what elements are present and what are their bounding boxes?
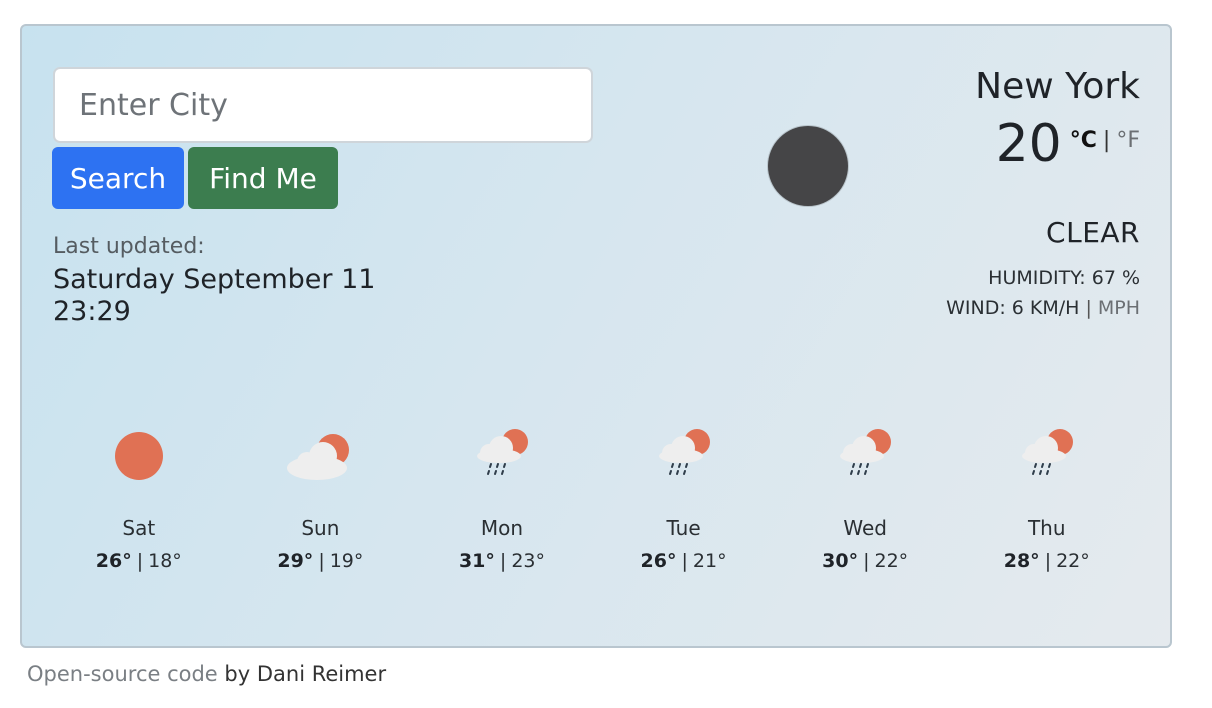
forecast-high: 28°	[1003, 550, 1040, 572]
partly-cloudy-icon	[285, 424, 355, 480]
forecast-low: 21°	[692, 550, 727, 572]
forecast-row: Sat 26° | 18° Sun 29° | 19° Mon 31° | 23…	[48, 424, 1148, 574]
forecast-separator: |	[681, 550, 688, 572]
forecast-separator: |	[1044, 550, 1052, 572]
city-name: New York	[975, 66, 1140, 107]
weather-card: Search Find Me Last updated: Saturday Se…	[20, 24, 1172, 648]
forecast-temps: 26° | 21°	[593, 550, 775, 572]
wind-value: WIND: 6 KM/H	[946, 297, 1080, 319]
footer-author: by Dani Reimer	[217, 662, 387, 686]
unit-separator: |	[1102, 128, 1111, 153]
temperature-row: 20 °C | °F	[996, 114, 1140, 174]
mph-toggle[interactable]: MPH	[1098, 297, 1140, 319]
forecast-day-name: Mon	[480, 516, 524, 540]
forecast-high: 30°	[822, 550, 859, 572]
forecast-separator: |	[136, 550, 144, 572]
last-updated-date: Saturday September 11	[53, 264, 376, 295]
forecast-temps: 31° | 23°	[411, 550, 593, 572]
forecast-high: 31°	[458, 550, 495, 572]
forecast-low: 18°	[148, 550, 182, 572]
find-me-button[interactable]: Find Me	[188, 147, 338, 209]
forecast-day: Tue 26° | 21°	[593, 424, 775, 574]
forecast-separator: |	[863, 550, 870, 572]
sun-icon	[104, 424, 174, 480]
forecast-high: 29°	[277, 550, 314, 572]
forecast-day-name: Sun	[301, 516, 340, 540]
humidity-value: HUMIDITY: 67 %	[988, 267, 1140, 289]
last-updated-label: Last updated:	[53, 234, 205, 259]
forecast-temps: 29° | 19°	[230, 550, 412, 572]
weather-condition: CLEAR	[1046, 216, 1140, 249]
rain-sun-icon	[649, 424, 719, 480]
forecast-day: Thu 28° | 22°	[956, 424, 1138, 574]
footer: Open-source code by Dani Reimer	[27, 662, 386, 686]
forecast-high: 26°	[640, 550, 677, 572]
forecast-day-name: Wed	[843, 516, 887, 540]
forecast-low: 22°	[1056, 550, 1090, 572]
source-code-link[interactable]: Open-source code	[27, 662, 218, 686]
wind-row: WIND: 6 KM/H | MPH	[946, 297, 1140, 319]
forecast-low: 23°	[511, 550, 545, 572]
current-temperature: 20	[995, 114, 1062, 174]
forecast-day: Sun 29° | 19°	[230, 424, 412, 574]
forecast-day-name: Tue	[666, 516, 701, 540]
fahrenheit-toggle[interactable]: °F	[1116, 128, 1140, 153]
forecast-temps: 28° | 22°	[956, 550, 1138, 572]
forecast-temps: 26° | 18°	[48, 550, 230, 572]
forecast-day-name: Thu	[1027, 516, 1066, 540]
last-updated-time: 23:29	[53, 296, 131, 327]
forecast-day: Wed 30° | 22°	[774, 424, 956, 574]
forecast-temps: 30° | 22°	[774, 550, 956, 572]
rain-sun-icon	[467, 424, 537, 480]
night-clear-icon	[768, 126, 848, 206]
forecast-separator: |	[499, 550, 507, 572]
forecast-high: 26°	[95, 550, 132, 572]
wind-separator: |	[1085, 297, 1092, 319]
forecast-low: 19°	[329, 550, 364, 572]
city-search-input[interactable]	[53, 67, 593, 143]
forecast-day: Sat 26° | 18°	[48, 424, 230, 574]
celsius-toggle[interactable]: °C	[1070, 128, 1097, 153]
forecast-low: 22°	[874, 550, 909, 572]
rain-sun-icon	[830, 424, 900, 480]
rain-sun-icon	[1012, 424, 1082, 480]
forecast-day: Mon 31° | 23°	[411, 424, 593, 574]
forecast-day-name: Sat	[122, 516, 156, 540]
search-button[interactable]: Search	[52, 147, 184, 209]
forecast-separator: |	[318, 550, 325, 572]
